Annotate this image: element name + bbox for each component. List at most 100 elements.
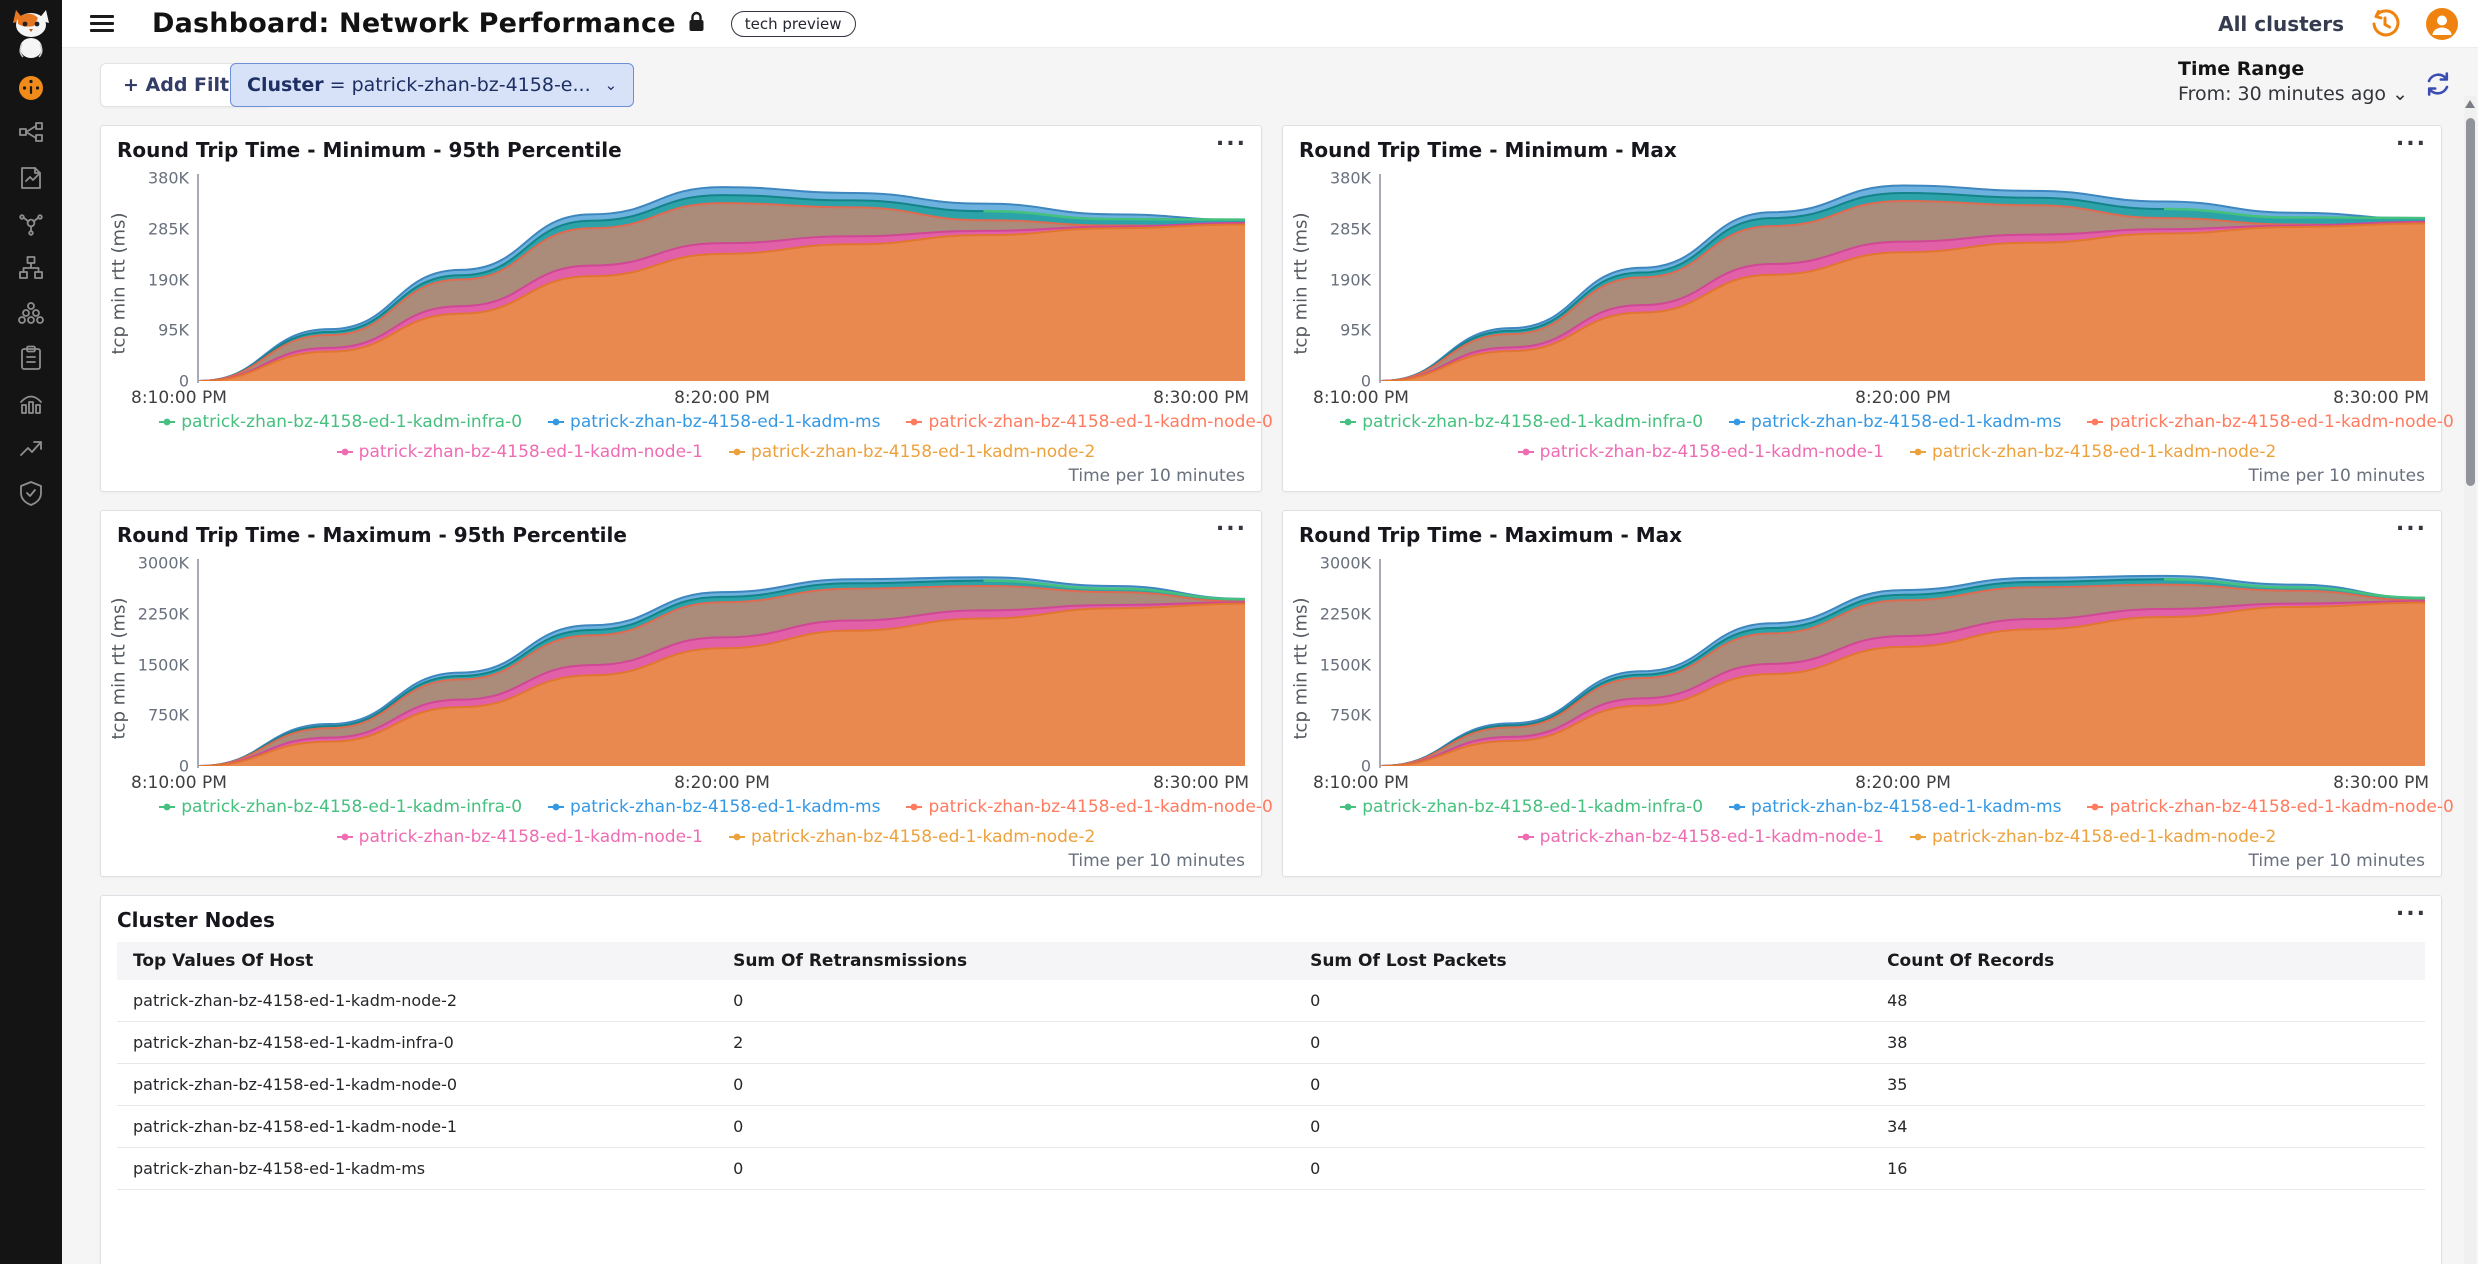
lock-icon (688, 11, 705, 36)
shield-check-icon[interactable] (17, 479, 45, 507)
legend-marker-icon (2087, 801, 2103, 813)
header-right: All clusters (2218, 8, 2478, 40)
topology-icon[interactable] (17, 119, 45, 147)
clipboard-icon[interactable] (17, 344, 45, 372)
legend-label: patrick-zhan-bz-4158-ed-1-kadm-node-1 (359, 442, 703, 462)
cluster-filter-key: Cluster (247, 74, 324, 96)
panel-options-icon[interactable]: ... (1216, 126, 1247, 151)
legend-item[interactable]: patrick-zhan-bz-4158-ed-1-kadm-node-0 (2087, 412, 2453, 432)
x-tick-label: 8:20:00 PM (674, 388, 770, 408)
chart-plot-area[interactable] (199, 176, 1245, 381)
legend-label: patrick-zhan-bz-4158-ed-1-kadm-node-1 (359, 827, 703, 847)
time-range-from[interactable]: From: 30 minutes ago ⌄ (2178, 83, 2408, 105)
time-range: Time Range From: 30 minutes ago ⌄ (2178, 58, 2408, 105)
legend-item[interactable]: patrick-zhan-bz-4158-ed-1-kadm-node-2 (729, 827, 1095, 847)
legend-item[interactable]: patrick-zhan-bz-4158-ed-1-kadm-node-1 (337, 827, 703, 847)
legend-marker-icon (1340, 416, 1356, 428)
legend-marker-icon (337, 831, 353, 843)
table-cell: patrick-zhan-bz-4158-ed-1-kadm-node-2 (117, 980, 717, 1022)
chart-panel-rtt-min-95th: Round Trip Time - Minimum - 95th Percent… (100, 125, 1262, 492)
y-tick-label: 1500K (1309, 655, 1371, 674)
table-column-header: Count Of Records (1871, 942, 2425, 980)
legend-item[interactable]: patrick-zhan-bz-4158-ed-1-kadm-ms (548, 797, 880, 817)
sitemap-icon[interactable] (17, 254, 45, 282)
legend-label: patrick-zhan-bz-4158-ed-1-kadm-ms (570, 797, 880, 817)
analytics-icon[interactable] (17, 389, 45, 417)
legend-item[interactable]: patrick-zhan-bz-4158-ed-1-kadm-infra-0 (159, 797, 522, 817)
cluster-filter-value: = patrick-zhan-bz-4158-e... (330, 74, 591, 96)
user-avatar[interactable] (2426, 8, 2458, 40)
y-tick-label: 95K (127, 321, 189, 340)
menu-icon[interactable] (90, 15, 114, 32)
all-clusters-select[interactable]: All clusters (2218, 12, 2344, 36)
panel-options-icon[interactable]: ... (2396, 896, 2427, 921)
legend-marker-icon (906, 801, 922, 813)
panel-title: Round Trip Time - Minimum - 95th Percent… (117, 138, 622, 162)
legend-item[interactable]: patrick-zhan-bz-4158-ed-1-kadm-node-2 (1910, 442, 2276, 462)
legend-item[interactable]: patrick-zhan-bz-4158-ed-1-kadm-node-0 (906, 797, 1272, 817)
table-cell: 0 (717, 1106, 1294, 1148)
chart-legend-row: patrick-zhan-bz-4158-ed-1-kadm-infra-0pa… (1373, 797, 2421, 817)
table-row[interactable]: patrick-zhan-bz-4158-ed-1-kadm-node-0003… (117, 1064, 2425, 1106)
trend-icon[interactable] (17, 434, 45, 462)
legend-label: patrick-zhan-bz-4158-ed-1-kadm-node-0 (2109, 412, 2453, 432)
legend-label: patrick-zhan-bz-4158-ed-1-kadm-infra-0 (181, 797, 522, 817)
legend-item[interactable]: patrick-zhan-bz-4158-ed-1-kadm-ms (1729, 797, 2061, 817)
cluster-filter-pill[interactable]: Cluster = patrick-zhan-bz-4158-e...⌄ (230, 63, 634, 107)
legend-item[interactable]: patrick-zhan-bz-4158-ed-1-kadm-node-1 (1518, 442, 1884, 462)
page-title: Dashboard: Network Performance (152, 8, 676, 39)
cat-logo[interactable] (8, 8, 54, 60)
legend-item[interactable]: patrick-zhan-bz-4158-ed-1-kadm-node-0 (2087, 797, 2453, 817)
legend-marker-icon (1340, 801, 1356, 813)
scroll-up-arrow-icon[interactable] (2465, 100, 2475, 108)
legend-label: patrick-zhan-bz-4158-ed-1-kadm-infra-0 (1362, 797, 1703, 817)
table-row[interactable]: patrick-zhan-bz-4158-ed-1-kadm-ms0016 (117, 1148, 2425, 1190)
legend-item[interactable]: patrick-zhan-bz-4158-ed-1-kadm-node-2 (1910, 827, 2276, 847)
legend-label: patrick-zhan-bz-4158-ed-1-kadm-node-1 (1540, 827, 1884, 847)
panel-options-icon[interactable]: ... (2396, 511, 2427, 536)
panel-options-icon[interactable]: ... (1216, 511, 1247, 536)
legend-item[interactable]: patrick-zhan-bz-4158-ed-1-kadm-node-1 (337, 442, 703, 462)
x-tick-label: 8:20:00 PM (1855, 388, 1951, 408)
table-cell: 0 (1294, 1064, 1871, 1106)
legend-marker-icon (1518, 446, 1534, 458)
history-icon[interactable] (2370, 9, 2400, 39)
dashboard-gauge-icon[interactable] (17, 74, 45, 102)
vertical-scrollbar-thumb[interactable] (2466, 118, 2475, 486)
service-graph-icon[interactable] (17, 209, 45, 237)
y-tick-label: 750K (1309, 706, 1371, 725)
cluster-nodes-icon[interactable] (17, 299, 45, 327)
y-tick-label: 1500K (127, 655, 189, 674)
table-cell: patrick-zhan-bz-4158-ed-1-kadm-node-1 (117, 1106, 717, 1148)
dashboard-content: + Add Filter Cluster = patrick-zhan-bz-4… (62, 48, 2478, 1264)
refresh-icon[interactable] (2424, 70, 2452, 98)
legend-item[interactable]: patrick-zhan-bz-4158-ed-1-kadm-node-1 (1518, 827, 1884, 847)
table-cell: 34 (1871, 1106, 2425, 1148)
legend-item[interactable]: patrick-zhan-bz-4158-ed-1-kadm-node-0 (906, 412, 1272, 432)
chart-plot-area[interactable] (1381, 176, 2425, 381)
legend-item[interactable]: patrick-zhan-bz-4158-ed-1-kadm-infra-0 (159, 412, 522, 432)
legend-item[interactable]: patrick-zhan-bz-4158-ed-1-kadm-ms (1729, 412, 2061, 432)
table-cell: patrick-zhan-bz-4158-ed-1-kadm-infra-0 (117, 1022, 717, 1064)
legend-label: patrick-zhan-bz-4158-ed-1-kadm-ms (570, 412, 880, 432)
table-cell: 0 (1294, 1148, 1871, 1190)
chart-plot-area[interactable] (1381, 561, 2425, 766)
legend-marker-icon (729, 831, 745, 843)
table-row[interactable]: patrick-zhan-bz-4158-ed-1-kadm-node-1003… (117, 1106, 2425, 1148)
report-edit-icon[interactable] (17, 164, 45, 192)
legend-item[interactable]: patrick-zhan-bz-4158-ed-1-kadm-infra-0 (1340, 797, 1703, 817)
chart-plot-area[interactable] (199, 561, 1245, 766)
chart-footer: Time per 10 minutes (2249, 466, 2426, 486)
y-tick-label: 3000K (127, 554, 189, 573)
legend-item[interactable]: patrick-zhan-bz-4158-ed-1-kadm-infra-0 (1340, 412, 1703, 432)
panel-options-icon[interactable]: ... (2396, 126, 2427, 151)
x-tick-label: 8:30:00 PM (1153, 773, 1249, 793)
y-tick-label: 2250K (127, 604, 189, 623)
x-tick-label: 8:20:00 PM (674, 773, 770, 793)
cluster-nodes-table: Top Values Of HostSum Of Retransmissions… (117, 942, 2425, 1190)
table-row[interactable]: patrick-zhan-bz-4158-ed-1-kadm-infra-020… (117, 1022, 2425, 1064)
table-row[interactable]: patrick-zhan-bz-4158-ed-1-kadm-node-2004… (117, 980, 2425, 1022)
x-tick-label: 8:10:00 PM (1313, 773, 1409, 793)
legend-item[interactable]: patrick-zhan-bz-4158-ed-1-kadm-node-2 (729, 442, 1095, 462)
legend-item[interactable]: patrick-zhan-bz-4158-ed-1-kadm-ms (548, 412, 880, 432)
